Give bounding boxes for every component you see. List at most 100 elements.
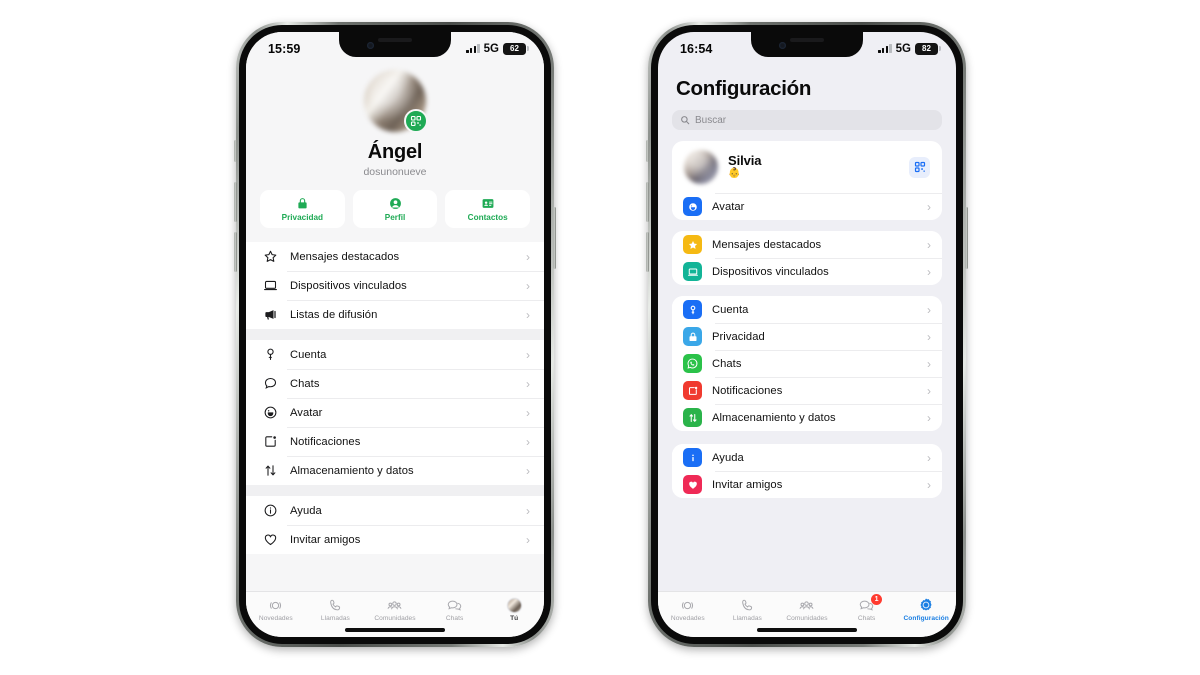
list-item[interactable]: Privacidad › (672, 323, 942, 350)
whatsapp-icon (683, 354, 702, 373)
signal-bars-icon (878, 43, 892, 53)
tab-chats[interactable]: Chats (425, 597, 485, 622)
chevron-right-icon: › (927, 383, 931, 398)
list-item[interactable]: Mensajes destacados › (246, 242, 544, 271)
list-item[interactable]: Avatar › (246, 398, 544, 427)
battery-indicator: 62 (503, 42, 529, 55)
tab-comunidades[interactable]: Comunidades (777, 597, 837, 622)
list-item[interactable]: Ayuda › (246, 496, 544, 525)
chevron-right-icon: › (526, 434, 530, 449)
home-indicator[interactable] (345, 628, 445, 632)
chats-icon (446, 597, 463, 613)
lock-icon (683, 327, 702, 346)
tab-tu[interactable]: Tú (484, 597, 544, 622)
tab-label: Novedades (670, 615, 705, 622)
list-item[interactable]: Avatar › (672, 193, 942, 220)
tab-novedades[interactable]: Novedades (658, 597, 718, 622)
list-item[interactable]: Notificaciones › (246, 427, 544, 456)
qr-code-icon[interactable] (909, 156, 930, 178)
list-item-label: Invitar amigos (290, 533, 361, 546)
list-item[interactable]: Chats › (672, 350, 942, 377)
phone-icon (328, 597, 343, 613)
chat-bubble-icon (262, 376, 279, 391)
earpiece-speaker (790, 38, 824, 42)
list-item[interactable]: Invitar amigos › (246, 525, 544, 554)
list-item[interactable]: Cuenta › (672, 296, 942, 323)
tab-label: Tú (510, 615, 519, 622)
mute-switch[interactable] (646, 140, 649, 162)
tab-label: Llamadas (320, 615, 350, 622)
volume-up-button[interactable] (646, 182, 649, 222)
list-item[interactable]: Mensajes destacados › (672, 231, 942, 258)
settings-group: Ayuda › Invitar amigos › (672, 444, 942, 498)
list-item-label: Ayuda (712, 451, 744, 464)
tab-label: Comunidades (374, 615, 416, 622)
front-camera (367, 42, 374, 49)
volume-down-button[interactable] (234, 232, 237, 272)
list-item-label: Almacenamiento y datos (712, 411, 836, 424)
list-item[interactable]: Listas de difusión › (246, 300, 544, 329)
updates-icon (680, 597, 695, 613)
qr-code-icon[interactable] (404, 109, 428, 133)
star-icon (683, 235, 702, 254)
list-item[interactable]: Invitar amigos › (672, 471, 942, 498)
list-item[interactable]: Cuenta › (246, 340, 544, 369)
chevron-right-icon: › (526, 532, 530, 547)
chevron-right-icon: › (526, 307, 530, 322)
quick-action-label: Privacidad (281, 213, 324, 222)
list-item[interactable]: Ayuda › (672, 444, 942, 471)
tab-llamadas[interactable]: Llamadas (306, 597, 366, 622)
tab-llamadas[interactable]: Llamadas (718, 597, 778, 622)
tab-configuracion[interactable]: Configuración (896, 597, 956, 622)
page-title: Ángel (367, 141, 423, 163)
search-input[interactable]: Buscar (672, 110, 942, 130)
arrows-updown-icon (683, 408, 702, 427)
quick-action-perfil[interactable]: Perfil (352, 190, 438, 228)
lock-icon (298, 198, 307, 209)
home-indicator[interactable] (757, 628, 857, 632)
quick-action-privacidad[interactable]: Privacidad (260, 190, 345, 228)
list-item[interactable]: Notificaciones › (672, 377, 942, 404)
list-item-label: Notificaciones (712, 384, 783, 397)
tab-chats[interactable]: 1 Chats (837, 594, 897, 622)
notification-icon (683, 381, 702, 400)
profile-row[interactable]: Silvia 👶 (672, 141, 942, 193)
power-button[interactable] (553, 207, 556, 269)
group-divider (246, 329, 544, 340)
laptop-icon (262, 278, 279, 293)
list-item[interactable]: Chats › (246, 369, 544, 398)
quick-action-contactos[interactable]: Contactos (445, 190, 531, 228)
volume-down-button[interactable] (646, 232, 649, 272)
phone-icon (740, 597, 755, 613)
list-item[interactable]: Almacenamiento y datos › (246, 456, 544, 485)
profile-avatar-wrap[interactable] (364, 70, 428, 133)
list-item-label: Mensajes destacados (290, 250, 400, 263)
list-item-label: Dispositivos vinculados (290, 279, 407, 292)
communities-icon (386, 597, 403, 613)
list-item[interactable]: Dispositivos vinculados › (246, 271, 544, 300)
list-item-label: Chats (290, 377, 320, 390)
settings-group: Mensajes destacados › Dispositivos vincu… (672, 231, 942, 285)
tab-label: Chats (445, 615, 464, 622)
gear-icon (918, 597, 934, 613)
list-item-label: Notificaciones (290, 435, 361, 448)
list-item-label: Almacenamiento y datos (290, 464, 414, 477)
power-button[interactable] (965, 207, 968, 269)
notch (339, 32, 451, 57)
tab-comunidades[interactable]: Comunidades (365, 597, 425, 622)
settings-group: Ayuda › Invitar amigos › (246, 496, 544, 554)
chevron-right-icon: › (526, 376, 530, 391)
search-placeholder: Buscar (695, 114, 727, 126)
tab-novedades[interactable]: Novedades (246, 597, 306, 622)
mute-switch[interactable] (234, 140, 237, 162)
chevron-right-icon: › (927, 356, 931, 371)
list-item-label: Privacidad (712, 330, 765, 343)
list-item[interactable]: Almacenamiento y datos › (672, 404, 942, 431)
chevron-right-icon: › (526, 463, 530, 478)
updates-icon (268, 597, 283, 613)
volume-up-button[interactable] (234, 182, 237, 222)
tab-label: Comunidades (786, 615, 828, 622)
laptop-icon (683, 262, 702, 281)
chats-icon: 1 (858, 594, 883, 613)
list-item[interactable]: Dispositivos vinculados › (672, 258, 942, 285)
